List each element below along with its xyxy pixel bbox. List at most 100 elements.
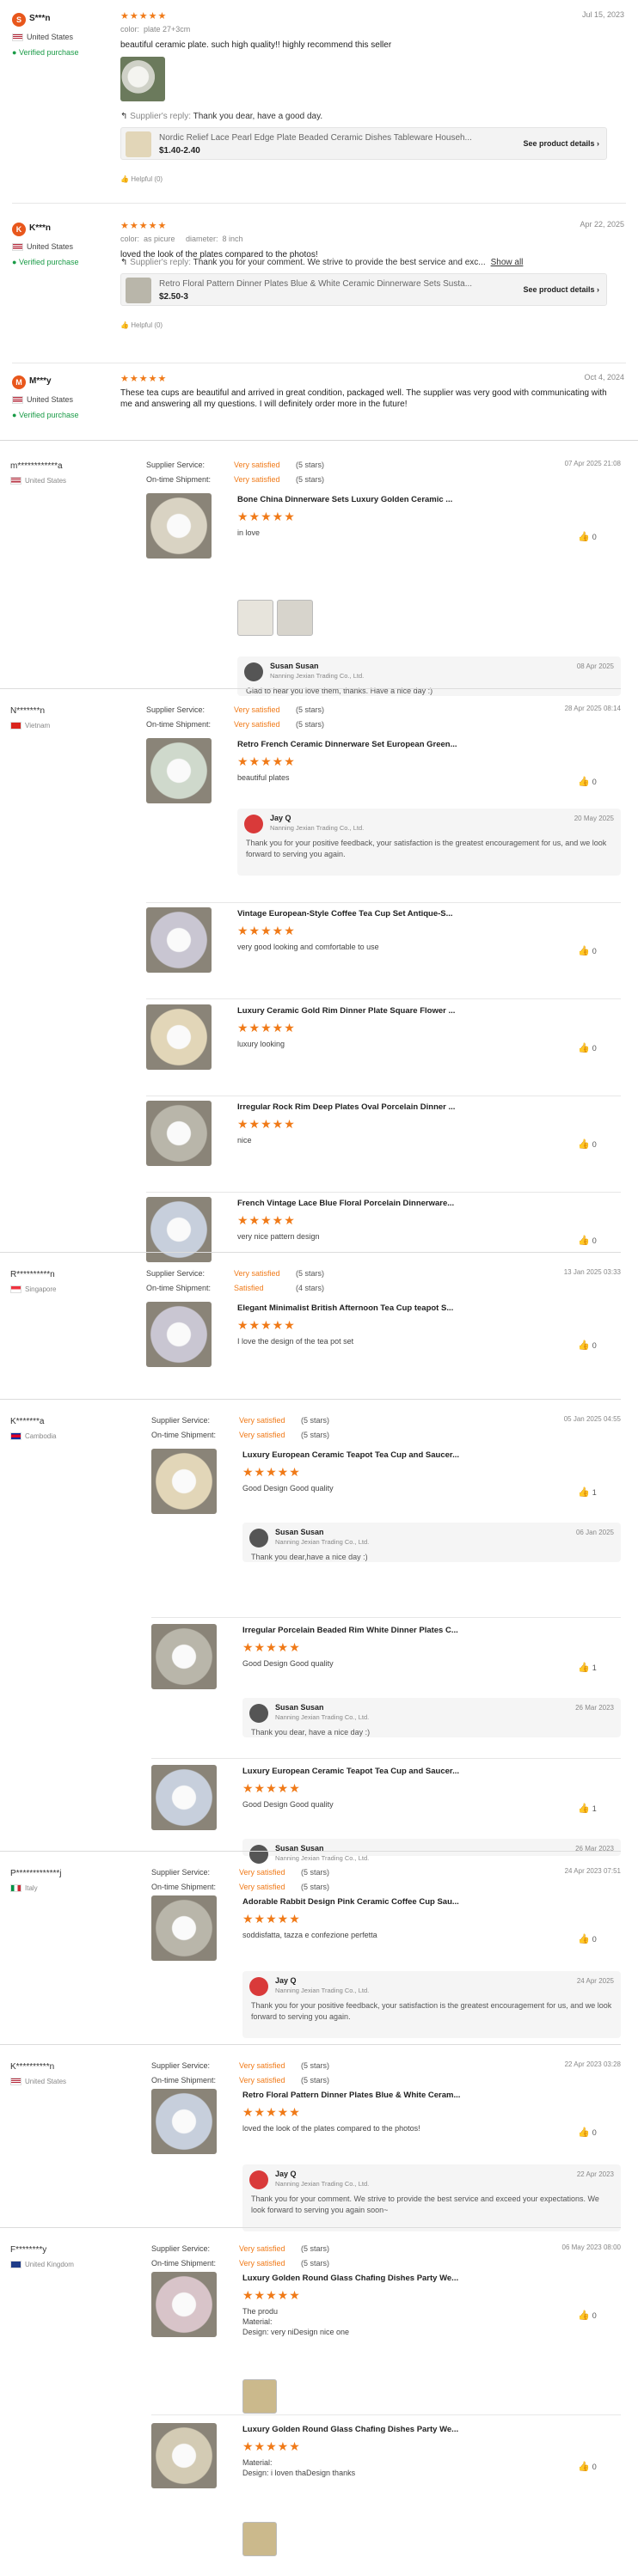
product-image[interactable]	[151, 1765, 217, 1830]
like-count: 0	[592, 947, 597, 955]
product-title[interactable]: Vintage European-Style Coffee Tea Cup Se…	[237, 909, 495, 919]
like-button[interactable]: 👍 0	[578, 2310, 597, 2321]
verified-label: Verified purchase	[18, 411, 79, 419]
product-card[interactable]: Nordic Relief Lace Pearl Edge Plate Bead…	[120, 127, 607, 160]
review-photo[interactable]	[120, 57, 165, 101]
reviewer-country: United States	[12, 242, 73, 252]
star-rating: ★★★★★	[242, 2105, 301, 2119]
product-title[interactable]: French Vintage Lace Blue Floral Porcelai…	[237, 1199, 495, 1208]
review-date: 24 Apr 2023 07:51	[564, 1867, 621, 1875]
product-image[interactable]	[151, 1895, 217, 1961]
helpful-button[interactable]: 👍 Helpful (0)	[120, 321, 163, 329]
review-text: beautiful plates	[237, 773, 290, 782]
supplier-avatar	[244, 815, 263, 833]
helpful-button[interactable]: 👍 Helpful (0)	[120, 175, 163, 183]
shipment-stars: (4 stars)	[296, 1284, 325, 1292]
like-button[interactable]: 👍 1	[578, 1486, 597, 1498]
review-divider	[0, 1851, 621, 1852]
service-rating: Very satisfied	[239, 1416, 285, 1425]
product-image[interactable]	[151, 2089, 217, 2154]
review-photo[interactable]	[237, 600, 273, 636]
supplier-company: Nanning Jexian Trading Co., Ltd.	[275, 1987, 370, 1994]
like-button[interactable]: 👍 0	[578, 1933, 597, 1944]
product-title[interactable]: Luxury Ceramic Gold Rim Dinner Plate Squ…	[237, 1006, 495, 1016]
supplier-reply-box: Susan Susan Nanning Jexian Trading Co., L…	[242, 1839, 621, 1864]
review-date: Jul 15, 2023	[581, 10, 624, 19]
review-date: 13 Jan 2025 03:33	[563, 1268, 621, 1276]
shipment-row: On-time Shipment: Very satisfied (5 stars)	[146, 475, 324, 484]
product-title[interactable]: Irregular Rock Rim Deep Plates Oval Porc…	[237, 1102, 495, 1112]
item-divider	[151, 2414, 621, 2415]
shipment-rating: Very satisfied	[234, 720, 280, 729]
product-image[interactable]	[146, 907, 212, 973]
like-button[interactable]: 👍 0	[578, 945, 597, 956]
reviewer-name: K**********n	[10, 2062, 55, 2072]
avatar: S	[12, 13, 26, 27]
like-count: 1	[592, 1804, 597, 1813]
product-title[interactable]: Luxury European Ceramic Teapot Tea Cup a…	[242, 1767, 500, 1776]
product-image[interactable]	[151, 2423, 217, 2488]
like-button[interactable]: 👍 0	[578, 1340, 597, 1351]
product-image[interactable]	[146, 1101, 212, 1166]
like-button[interactable]: 👍 1	[578, 1662, 597, 1673]
like-count: 0	[592, 1236, 597, 1245]
star-rating: ★★★★★	[237, 754, 296, 768]
product-image[interactable]	[151, 1449, 217, 1514]
product-image[interactable]	[146, 1004, 212, 1070]
product-image[interactable]	[151, 2272, 217, 2337]
product-card[interactable]: Retro Floral Pattern Dinner Plates Blue …	[120, 273, 607, 306]
like-button[interactable]: 👍 0	[578, 1138, 597, 1150]
product-title[interactable]: Luxury European Ceramic Teapot Tea Cup a…	[242, 1450, 500, 1460]
product-image[interactable]	[146, 1302, 212, 1367]
product-title[interactable]: Elegant Minimalist British Afternoon Tea…	[237, 1303, 495, 1313]
star-rating: ★★★★★	[242, 1640, 301, 1654]
review-date: 07 Apr 2025 21:08	[564, 460, 621, 467]
product-image[interactable]	[146, 738, 212, 803]
review-photo[interactable]	[242, 2522, 277, 2556]
reviewer-name: M***y	[29, 376, 52, 386]
supplier-name: Jay Q	[270, 814, 291, 822]
like-button[interactable]: 👍 0	[578, 531, 597, 542]
reply-arrow-icon: ↰	[120, 258, 131, 267]
see-product-details-link[interactable]: See product details ›	[523, 285, 599, 294]
product-title[interactable]: Bone China Dinnerware Sets Luxury Golden…	[237, 495, 495, 504]
thumbs-up-icon: 👍	[578, 946, 592, 956]
reply-text: Thank you for your comment. We strive to…	[251, 2194, 599, 2214]
star-rating: ★★★★★	[237, 1213, 296, 1227]
product-title[interactable]: Adorable Rabbit Design Pink Ceramic Coff…	[242, 1897, 500, 1907]
country-flag-icon	[10, 1884, 21, 1893]
like-button[interactable]: 👍 0	[578, 2127, 597, 2138]
reply-text: Thank you dear, have a good day.	[193, 112, 323, 121]
service-stars: (5 stars)	[301, 2061, 330, 2070]
us-flag-icon	[12, 34, 23, 42]
show-all-link[interactable]: Show all	[491, 258, 524, 267]
verified-badge: ● Verified purchase	[12, 411, 78, 419]
review-photo[interactable]	[277, 600, 313, 636]
like-count: 1	[592, 1488, 597, 1497]
verified-badge: ● Verified purchase	[12, 258, 78, 266]
product-image[interactable]	[146, 493, 212, 559]
reply-label: Supplier's reply:	[130, 258, 192, 267]
reviewer-name: R**********n	[10, 1270, 55, 1279]
thumbs-up-icon: 👍	[578, 1043, 592, 1053]
review-text: very good looking and comfortable to use	[237, 943, 379, 951]
reviewer-country: United States	[10, 477, 66, 485]
product-title[interactable]: Luxury Golden Round Glass Chafing Dishes…	[242, 2425, 500, 2434]
item-divider	[146, 998, 621, 999]
like-button[interactable]: 👍 0	[578, 1235, 597, 1246]
like-button[interactable]: 👍 1	[578, 1803, 597, 1814]
shipment-label: On-time Shipment:	[151, 2076, 217, 2085]
product-image[interactable]	[151, 1624, 217, 1689]
review-photo[interactable]	[242, 2379, 277, 2414]
see-product-details-link[interactable]: See product details ›	[523, 139, 599, 148]
star-rating: ★★★★★	[242, 2439, 301, 2453]
like-button[interactable]: 👍 0	[578, 776, 597, 787]
product-title[interactable]: Retro Floral Pattern Dinner Plates Blue …	[242, 2091, 500, 2100]
product-title[interactable]: Retro French Ceramic Dinnerware Set Euro…	[237, 740, 495, 749]
like-button[interactable]: 👍 0	[578, 1042, 597, 1053]
product-title[interactable]: Irregular Porcelain Beaded Rim White Din…	[242, 1626, 500, 1635]
review-date: 05 Jan 2025 04:55	[563, 1415, 621, 1423]
product-title[interactable]: Luxury Golden Round Glass Chafing Dishes…	[242, 2274, 500, 2283]
reply-text: Thank you for your positive feedback, yo…	[251, 2001, 612, 2021]
like-button[interactable]: 👍 0	[578, 2461, 597, 2472]
